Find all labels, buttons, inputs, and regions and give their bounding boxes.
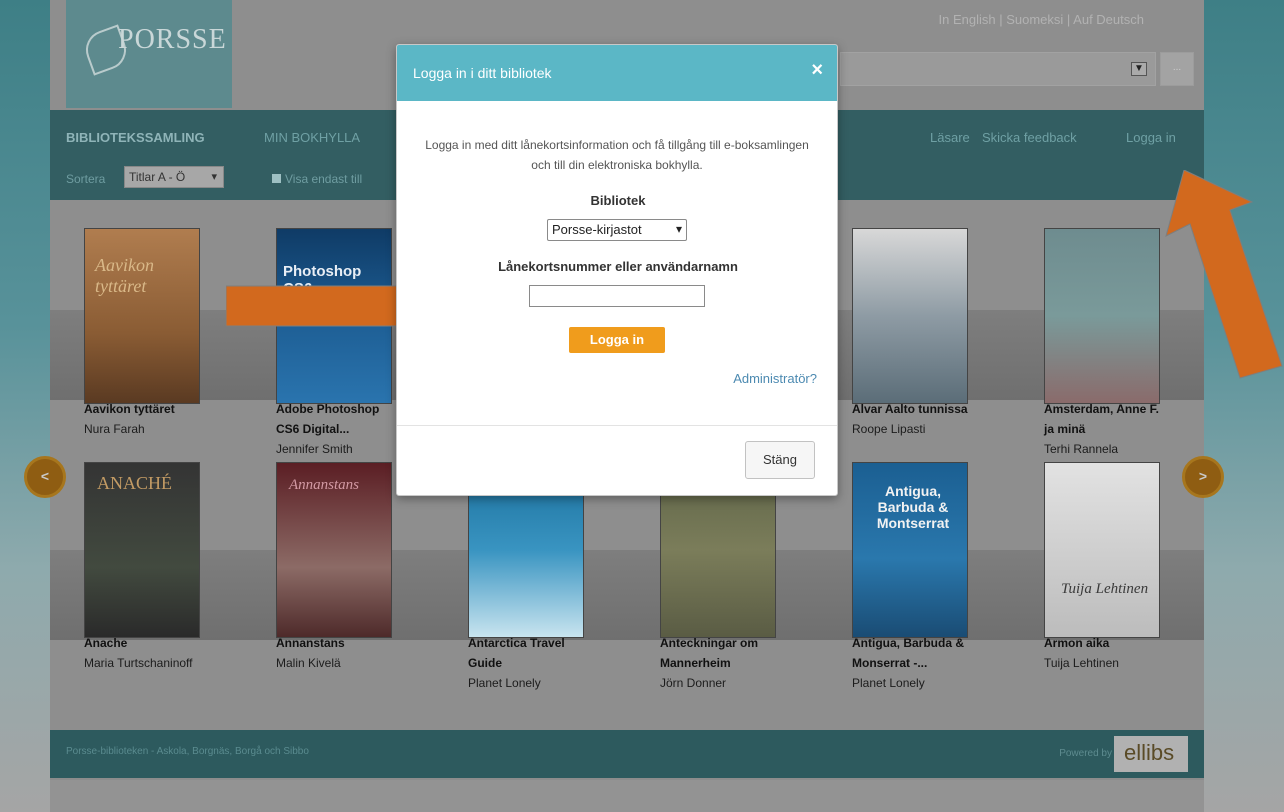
book-title[interactable]: Amsterdam, Anne F. <box>1044 400 1204 419</box>
chevron-right-icon: > <box>1198 468 1208 484</box>
book-title[interactable]: Aavikon tyttäret <box>84 400 244 419</box>
nav-link-readers[interactable]: Läsare <box>930 130 970 145</box>
book-author: Malin Kivelä <box>276 656 341 670</box>
book-author: Tuija Lehtinen <box>1044 656 1119 670</box>
filter-label: Visa endast till <box>285 172 363 186</box>
book-cover-4[interactable] <box>1044 228 1160 404</box>
book-title-line2[interactable]: Monserrat -... <box>852 654 1012 673</box>
book-cover-9[interactable]: Antigua, Barbuda & Montserrat <box>852 462 968 638</box>
chevron-down-icon: ▾ <box>675 222 682 236</box>
modal-title: Logga in i ditt bibliotek <box>413 65 552 81</box>
library-select-value: Porsse-kirjastot <box>552 222 642 237</box>
chevron-left-icon: < <box>40 468 50 484</box>
language-finnish[interactable]: Suomeksi <box>1006 12 1063 27</box>
book-cover-10[interactable]: Tuija Lehtinen <box>1044 462 1160 638</box>
book-title-line2[interactable]: Guide <box>468 654 628 673</box>
book-author: Terhi Rannela <box>1044 442 1119 456</box>
site-footer: Porsse-biblioteken - Askola, Borgnäs, Bo… <box>50 730 1204 778</box>
page-background-left <box>0 0 50 812</box>
annotation-arrow-up-icon <box>1165 170 1283 379</box>
modal-divider <box>397 425 837 426</box>
logo-text: PORSSE <box>118 24 227 55</box>
sort-select-value: Titlar A - Ö <box>129 170 186 184</box>
checkbox-icon <box>272 174 281 183</box>
ellibs-logo[interactable]: ellibs <box>1114 736 1188 772</box>
powered-by-label: Powered by <box>1059 748 1112 759</box>
book-cover-6[interactable]: Annanstans <box>276 462 392 638</box>
modal-header: Logga in i ditt bibliotek × <box>397 45 837 101</box>
book-title-line2[interactable]: ja minä <box>1044 420 1204 439</box>
library-select[interactable]: Porsse-kirjastot ▾ <box>547 219 687 241</box>
logo[interactable]: PORSSE <box>66 0 232 108</box>
footer-text: Porsse-biblioteken - Askola, Borgnäs, Bo… <box>66 746 309 757</box>
modal-intro-text: Logga in med ditt lånekortsinformation o… <box>425 138 809 172</box>
chevron-down-icon: ▾ <box>211 171 217 183</box>
book-title[interactable]: Annanstans <box>276 634 436 653</box>
book-author: Maria Turtschaninoff <box>84 656 193 670</box>
book-title[interactable]: Antigua, Barbuda & <box>852 634 1012 653</box>
book-title[interactable]: Anache <box>84 634 244 653</box>
page-background-right <box>1204 0 1284 812</box>
login-button[interactable]: Logga in <box>569 327 665 353</box>
book-title[interactable]: Alvar Aalto tunnissa <box>852 400 1012 419</box>
book-author: Nura Farah <box>84 422 145 436</box>
search-button[interactable]: ... <box>1160 52 1194 86</box>
login-modal: Logga in i ditt bibliotek × Logga in med… <box>396 44 838 496</box>
card-number-label: Lånekortsnummer eller användarnamn <box>498 259 738 274</box>
administrator-link[interactable]: Administratör? <box>733 371 817 386</box>
book-cover-title: Annanstans <box>289 477 360 493</box>
book-cover-title: Antigua, Barbuda & Montserrat <box>876 483 950 531</box>
chevron-down-icon: ▼ <box>1131 62 1147 76</box>
ellibs-logo-text: ellibs <box>1124 740 1175 765</box>
shelf-band-bottom <box>50 550 1204 640</box>
close-button[interactable]: Stäng <box>745 441 815 479</box>
book-title-line2[interactable]: Mannerheim <box>660 654 820 673</box>
nav-tab-my-bookshelf[interactable]: MIN BOKHYLLA <box>264 130 360 145</box>
book-title[interactable]: Anteckningar om <box>660 634 820 653</box>
filter-checkbox[interactable]: Visa endast till <box>272 172 362 186</box>
nav-link-login[interactable]: Logga in <box>1126 130 1176 145</box>
book-author: Planet Lonely <box>852 676 925 690</box>
search-select[interactable]: ▼ <box>840 52 1156 86</box>
book-cover-5[interactable]: ANACHÉ <box>84 462 200 638</box>
book-title[interactable]: Antarctica Travel <box>468 634 628 653</box>
book-title[interactable]: Armon aika <box>1044 634 1204 653</box>
book-cover-1[interactable]: Aavikon tyttäret <box>84 228 200 404</box>
language-english[interactable]: In English <box>939 12 996 27</box>
library-label: Bibliotek <box>590 193 646 208</box>
book-author: Planet Lonely <box>468 676 541 690</box>
book-cover-title: Tuija Lehtinen <box>1061 581 1149 597</box>
book-author: Jörn Donner <box>660 676 727 690</box>
card-number-input[interactable] <box>529 285 705 307</box>
language-links: In English | Suomeksi | Auf Deutsch <box>938 12 1145 27</box>
book-cover-title: ANACHÉ <box>97 473 172 493</box>
nav-tab-library-collection[interactable]: BIBLIOTEKSSAMLING <box>66 130 205 145</box>
nav-link-feedback[interactable]: Skicka feedback <box>982 130 1077 145</box>
book-author: Roope Lipasti <box>852 422 926 436</box>
language-german[interactable]: Auf Deutsch <box>1073 12 1144 27</box>
book-cover-title: Aavikon tyttäret <box>95 255 154 296</box>
sort-select[interactable]: Titlar A - Ö ▾ <box>124 166 224 188</box>
sort-label: Sortera <box>66 172 106 186</box>
book-cover-3[interactable] <box>852 228 968 404</box>
carousel-next-button[interactable]: > <box>1182 456 1224 498</box>
close-icon[interactable]: × <box>811 59 823 82</box>
carousel-prev-button[interactable]: < <box>24 456 66 498</box>
